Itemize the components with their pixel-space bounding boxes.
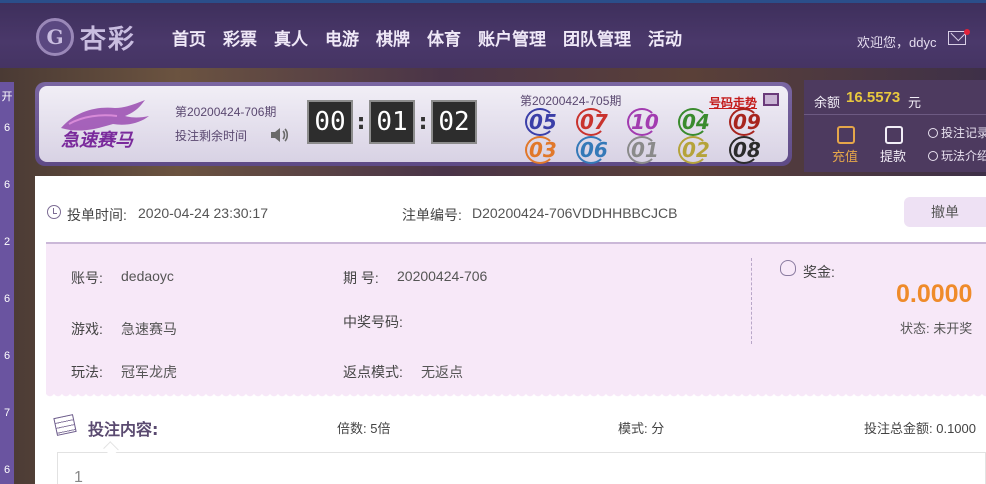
bet-content-box[interactable]: 1 bbox=[57, 452, 986, 484]
game-value: 急速赛马 bbox=[121, 321, 177, 337]
play-label: 玩法: bbox=[71, 364, 103, 380]
account-value: dedaoyc bbox=[121, 268, 174, 284]
strip-char: 6 bbox=[3, 350, 11, 362]
bet-time-value: 2020-04-24 23:30:17 bbox=[138, 205, 268, 221]
result-ball: 04 bbox=[678, 108, 726, 136]
order-header: 投单时间: 2020-04-24 23:30:17 注单编号: D2020042… bbox=[35, 176, 986, 242]
bet-content-title: 投注内容: bbox=[88, 420, 159, 439]
strip-char: 2 bbox=[3, 236, 11, 248]
rules-link[interactable]: 玩法介绍 bbox=[928, 147, 986, 164]
mode-value: 模式: 分 bbox=[618, 421, 665, 436]
result-ball: 03 bbox=[525, 136, 573, 164]
bet-detail-card: 投单时间: 2020-04-24 23:30:17 注单编号: D2020042… bbox=[35, 176, 986, 484]
period-label: 期 号: bbox=[343, 270, 379, 286]
withdraw-button[interactable]: 提款 bbox=[880, 146, 906, 165]
rebate-value: 无返点 bbox=[421, 364, 463, 380]
strip-char: 6 bbox=[3, 293, 11, 305]
draw-status: 状态: 未开奖 bbox=[900, 321, 973, 336]
prize-label: 奖金: bbox=[803, 264, 835, 280]
top-header: G 杏彩 首页 彩票 真人 电游 棋牌 体育 账户管理 团队管理 活动 欢迎您，… bbox=[0, 0, 986, 68]
help-icon bbox=[928, 151, 938, 161]
nav-home[interactable]: 首页 bbox=[172, 25, 206, 50]
result-ball: 09 bbox=[729, 108, 777, 136]
order-no-label: 注单编号: bbox=[402, 207, 462, 223]
balance-label: 余额 bbox=[814, 95, 841, 110]
trend-chart-icon[interactable] bbox=[763, 93, 779, 106]
nav-cards[interactable]: 棋牌 bbox=[376, 25, 410, 50]
result-ball: 08 bbox=[729, 136, 777, 164]
note-icon bbox=[53, 414, 77, 436]
countdown-timer: 00 : 01 : 02 bbox=[307, 100, 477, 144]
current-period: 第20200424-706期 bbox=[175, 105, 277, 119]
result-ball: 02 bbox=[678, 136, 726, 164]
result-ball: 01 bbox=[627, 136, 675, 164]
nav-activity[interactable]: 活动 bbox=[648, 25, 682, 50]
total-amount: 投注总金额: 0.1000 bbox=[864, 421, 976, 436]
rebate-label: 返点模式: bbox=[343, 364, 403, 380]
order-no-value: D20200424-706VDDHHBBCJCB bbox=[472, 205, 678, 221]
nav-team[interactable]: 团队管理 bbox=[563, 25, 631, 50]
nav-sports[interactable]: 体育 bbox=[427, 25, 461, 50]
game-panel: 急速赛马 第20200424-706期 投注剩余时间 00 : 01 : 02 … bbox=[35, 82, 792, 166]
result-ball: 05 bbox=[525, 108, 573, 136]
strip-char: 6 bbox=[3, 179, 11, 191]
bet-content-text: 1 bbox=[74, 469, 83, 484]
strip-char: 6 bbox=[3, 464, 11, 476]
nav-live[interactable]: 真人 bbox=[274, 25, 308, 50]
withdraw-icon[interactable] bbox=[885, 126, 903, 144]
result-ball: 07 bbox=[576, 108, 624, 136]
cancel-order-button[interactable]: 撤单 bbox=[904, 197, 986, 227]
logo-mark-icon: G bbox=[36, 18, 74, 56]
game-label: 游戏: bbox=[71, 321, 103, 337]
nav-lottery[interactable]: 彩票 bbox=[223, 25, 257, 50]
multiple-value: 倍数: 5倍 bbox=[337, 421, 391, 436]
left-side-strip: 开 6 6 2 6 6 7 6 bbox=[0, 82, 14, 484]
main-nav: 首页 彩票 真人 电游 棋牌 体育 账户管理 团队管理 活动 bbox=[172, 25, 699, 50]
result-ball: 10 bbox=[627, 108, 675, 136]
balance-unit: 元 bbox=[908, 95, 922, 110]
notification-dot bbox=[964, 29, 970, 35]
bet-content-row: 投注内容: 倍数: 5倍 模式: 分 投注总金额: 0.1000 bbox=[46, 406, 986, 446]
clock-icon bbox=[928, 128, 938, 138]
strip-char: 7 bbox=[3, 407, 11, 419]
recharge-button[interactable]: 充值 bbox=[832, 146, 858, 165]
account-label: 账号: bbox=[71, 270, 103, 286]
bet-time-label: 投单时间: bbox=[67, 207, 127, 223]
nav-slots[interactable]: 电游 bbox=[325, 25, 359, 50]
clock-icon bbox=[47, 205, 61, 219]
balance-panel: 余额 16.5573 元 充值 提款 投注记录 玩法介绍 bbox=[804, 80, 986, 172]
period-value: 20200424-706 bbox=[397, 268, 488, 284]
money-bag-icon bbox=[780, 260, 796, 276]
play-value: 冠军龙虎 bbox=[121, 364, 177, 380]
last-period: 第20200424-705期 bbox=[520, 94, 622, 108]
strip-char: 开 bbox=[1, 91, 13, 103]
timer-seconds: 02 bbox=[431, 100, 477, 144]
brand-logo[interactable]: G 杏彩 bbox=[36, 17, 148, 57]
timer-minutes: 01 bbox=[369, 100, 415, 144]
strip-char: 6 bbox=[3, 122, 11, 134]
nav-account[interactable]: 账户管理 bbox=[478, 25, 546, 50]
timer-hours: 00 bbox=[307, 100, 353, 144]
result-ball: 06 bbox=[576, 136, 624, 164]
bet-record-link[interactable]: 投注记录 bbox=[928, 124, 986, 141]
welcome-text: 欢迎您，ddyc bbox=[857, 35, 937, 50]
logo-text: 杏彩 bbox=[80, 24, 137, 55]
win-number-label: 中奖号码: bbox=[343, 314, 403, 330]
countdown-label: 投注剩余时间 bbox=[175, 129, 248, 143]
balance-value: 16.5573 bbox=[846, 89, 901, 106]
speaker-icon[interactable] bbox=[269, 126, 289, 144]
game-name: 急速赛马 bbox=[61, 130, 133, 151]
order-info-box: 账号: dedaoyc 期 号: 20200424-706 游戏: 急速赛马 中… bbox=[46, 244, 986, 398]
prize-amount: 0.0000 bbox=[896, 280, 973, 308]
recharge-icon[interactable] bbox=[837, 126, 855, 144]
